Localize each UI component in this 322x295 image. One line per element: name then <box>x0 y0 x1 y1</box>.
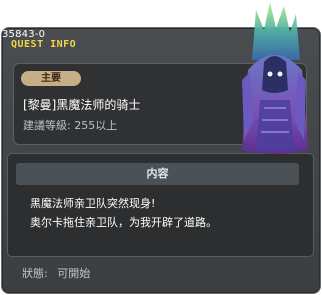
quest-status: 狀態: 可開始 <box>22 267 90 280</box>
window-title: QUEST INFO <box>11 39 77 50</box>
quest-type-badge: 主要 <box>21 71 81 86</box>
content-section-header: 内容 <box>16 163 299 185</box>
recommended-level-label: 建議等級: <box>23 119 71 132</box>
quest-info-window: 35843-0 QUEST INFO 主要 [黎曼]黑魔法师的骑士 建議等級: … <box>0 0 322 295</box>
status-value: 可開始 <box>57 267 91 280</box>
content-line: 黑魔法师亲卫队突然现身! <box>30 197 156 210</box>
recommended-level: 建議等級: 255以上 <box>23 119 117 132</box>
quest-name: [黎曼]黑魔法师的骑士 <box>23 98 141 112</box>
content-line: 奥尔卡拖住亲卫队，为我开辟了道路。 <box>30 216 217 229</box>
status-label: 狀態: <box>22 267 48 280</box>
recommended-level-value: 255以上 <box>74 119 118 132</box>
knight-statue-icon <box>242 2 308 154</box>
